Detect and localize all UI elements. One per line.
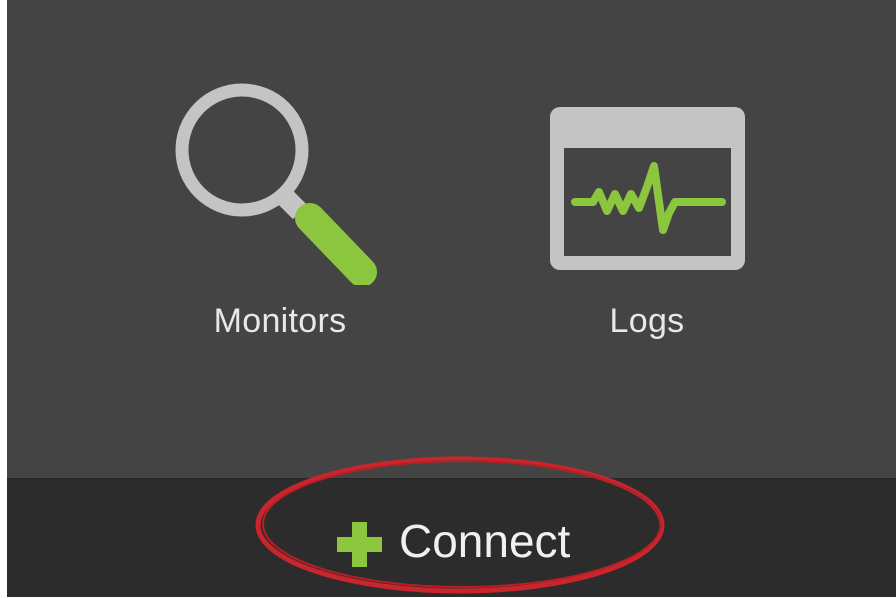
bottom-action-bar: Connect (7, 478, 896, 597)
monitors-tile[interactable]: Monitors (150, 80, 410, 360)
plus-icon (337, 522, 382, 567)
log-monitor-icon (550, 107, 745, 270)
connect-label: Connect (399, 515, 571, 567)
magnifier-icon (175, 83, 377, 285)
logs-tile[interactable]: Logs (517, 80, 777, 360)
monitors-label: Monitors (213, 302, 347, 340)
connect-button[interactable]: Connect (327, 499, 597, 577)
app-screen: Monitors Logs Connect (7, 0, 896, 597)
logs-label: Logs (609, 302, 685, 340)
